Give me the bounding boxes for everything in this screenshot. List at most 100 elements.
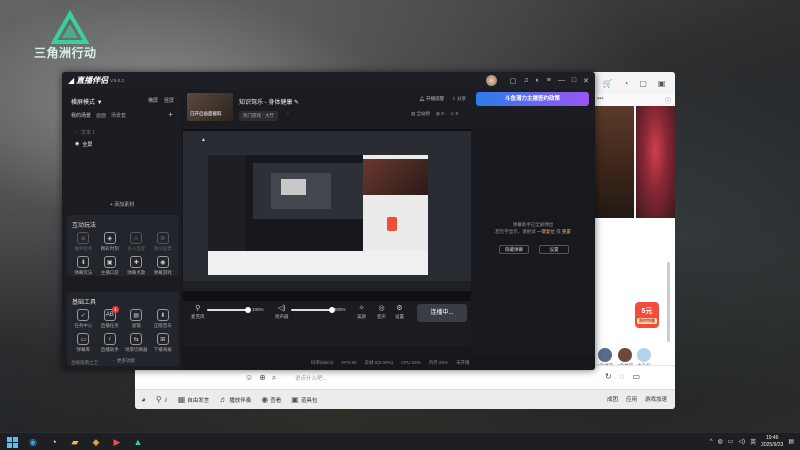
voice-change-button[interactable]: ◎ 变声: [377, 304, 386, 320]
tab-my-scenes[interactable]: 我的场景: [71, 112, 91, 119]
add-scene-icon[interactable]: +: [168, 110, 173, 119]
tray-app-icon[interactable]: ◍: [718, 438, 723, 445]
delta-force-icon[interactable]: ▲: [132, 436, 144, 448]
promo-badge[interactable]: 5元 限时特惠: [635, 302, 659, 328]
stream-category[interactable]: 热门游戏 · 大厅: [239, 111, 278, 121]
free-speak-button[interactable]: ▦ 自由发言: [178, 395, 210, 404]
search-icon[interactable]: ⌕: [272, 373, 276, 383]
interactive-tool[interactable]: ⬇ 弹幕玩法: [70, 256, 97, 276]
landscape-option[interactable]: 横屏: [148, 97, 158, 104]
account-avatar[interactable]: [485, 75, 497, 86]
basic-tool[interactable]: ▤ 滤镜: [123, 309, 150, 329]
stream-app-icon[interactable]: ▶: [111, 436, 123, 448]
minimize-icon[interactable]: —: [558, 77, 565, 84]
stream-title[interactable]: 知识驾乐 - 身体健康 ✎: [239, 97, 299, 106]
interactive-tool[interactable]: ◉ 弹幕游戏: [150, 256, 177, 276]
mic-toggle[interactable]: ⚲ 麦克风: [191, 304, 205, 320]
orientation-mode-dropdown[interactable]: 横屏模式 ▼: [71, 97, 103, 106]
basic-tool[interactable]: ▭ 弹幕库: [70, 333, 97, 353]
settings-button[interactable]: ⚙ 设置: [395, 304, 404, 320]
cart-icon[interactable]: 🛒: [603, 79, 613, 88]
chat-input[interactable]: 说点什么吧...: [295, 374, 327, 382]
notify-button[interactable]: 🔔︎ 开播提醒: [419, 96, 444, 102]
basic-tool[interactable]: ✓ 任务中心: [70, 309, 97, 329]
basic-tool[interactable]: ♪ 直播助手: [97, 333, 124, 353]
file-explorer-icon[interactable]: ◔: [48, 436, 60, 448]
panel-info-icon[interactable]: ⓘ: [665, 96, 671, 105]
refresh-icon[interactable]: ↻: [605, 372, 612, 381]
windows-taskbar: ◉ ◔ ▰ ◆ ▶ ▲ ^ ◍ ▭ ◁) 英 19:46 2025/9/23 ▤: [0, 432, 800, 450]
send-icon[interactable]: ▭: [632, 372, 640, 381]
interactive-tool[interactable]: ▣ 主播口袋: [97, 256, 124, 276]
skin-icon[interactable]: ◐: [536, 77, 540, 84]
play-music-button[interactable]: ♬ 播放伴奏: [219, 395, 251, 404]
menu-icon[interactable]: ≡: [547, 77, 551, 84]
edge-browser-icon[interactable]: ◉: [27, 436, 39, 448]
clock[interactable]: 19:46 2025/9/23: [761, 435, 783, 448]
share-button[interactable]: ⇪ 分享: [452, 96, 466, 102]
eye-icon[interactable]: ◌: [75, 129, 78, 135]
interactive-tool[interactable]: ⚙ 观众投票: [150, 232, 177, 252]
chat-scrollbar[interactable]: [667, 262, 670, 342]
tab-canvas[interactable]: 画面: [96, 112, 106, 119]
compliance-link[interactable]: 合规指南之卫: [71, 360, 98, 366]
interactive-tool[interactable]: ⊕ 抽奖助手: [70, 232, 97, 252]
view-button[interactable]: ◉ 查看: [261, 395, 281, 404]
go-live-button[interactable]: 连播中...: [417, 304, 467, 322]
tray-chevron-icon[interactable]: ^: [710, 439, 713, 445]
interactive-tool[interactable]: ◈ 精彩时刻: [97, 232, 124, 252]
interactive-card: 互动玩法 ⊕ 抽奖助手 ◈ 精彩时刻 ⚔ 多人连麦 ⚙ 观众投票 ⬇ 弹幕玩法 ▣ 主播口袋 ✚ 弹幕点歌…: [67, 215, 179, 276]
game-launcher-icon[interactable]: ◆: [90, 436, 102, 448]
reset-link[interactable]: 重置: [562, 229, 571, 234]
grid-icon[interactable]: ▣: [658, 79, 666, 88]
apps-button[interactable]: 应用: [626, 395, 637, 403]
user-icon[interactable]: ◔: [623, 79, 628, 88]
network-icon[interactable]: ▭: [728, 438, 734, 445]
basic-tool[interactable]: ⬇ 正版音乐: [150, 309, 177, 329]
emoji-icon[interactable]: ☺: [245, 373, 253, 383]
danmaku-settings-button[interactable]: 设置: [539, 245, 569, 254]
user-avatar[interactable]: ◕: [141, 395, 146, 404]
gift-icon[interactable]: ⊕: [259, 373, 266, 383]
eye-icon[interactable]: ◉: [75, 141, 79, 147]
reset-position-link[interactable]: 一键复位: [537, 229, 555, 234]
folder-icon[interactable]: ▰: [69, 436, 81, 448]
preview-area[interactable]: ▲: [183, 129, 471, 301]
video-thumbnail-right[interactable]: [636, 106, 675, 218]
tab-scene-set[interactable]: 场景套: [111, 112, 126, 119]
basic-tool[interactable]: ⇆ 场景切换器: [123, 333, 150, 353]
hide-danmaku-button[interactable]: 隐藏弹幕: [499, 245, 529, 254]
promo-banner[interactable]: 斗鱼潜力主播签约政策: [476, 92, 589, 106]
input-language[interactable]: 英: [750, 437, 756, 446]
scene-item[interactable]: ◌ 文本 1: [71, 126, 176, 138]
scene-item[interactable]: ◉ 全屏: [71, 138, 176, 150]
mic-volume-slider[interactable]: [207, 307, 251, 313]
basic-tool[interactable]: ⊞ 下播海报: [150, 333, 177, 353]
speaker-toggle[interactable]: ◁) 扬声器: [275, 304, 289, 320]
copy-icon[interactable]: ▫: [287, 111, 289, 117]
props-button[interactable]: ▣ 道具包: [291, 395, 317, 404]
message-icon[interactable]: ▢: [639, 79, 647, 88]
speaker-volume-slider[interactable]: [291, 307, 335, 313]
headset-icon[interactable]: ♫: [523, 77, 528, 84]
volume-icon[interactable]: ◁): [738, 438, 745, 445]
rank-button[interactable]: ▥ 全站榜: [411, 111, 430, 117]
close-icon[interactable]: ✕: [583, 77, 589, 85]
streaming-app-window[interactable]: ◢ 直播伴侣 V.5.0.2 ▢ ♫ ◐ ≡ — □ ✕ 横屏模式 ▼ 横屏 竖…: [62, 72, 595, 370]
preview-canvas[interactable]: ▲: [183, 131, 471, 291]
video-thumbnail-left[interactable]: [594, 106, 634, 218]
add-source-button[interactable]: + 添加素材: [62, 201, 182, 208]
basic-tool[interactable]: AB 1 直播任务: [97, 306, 124, 329]
mic-button[interactable]: ⚲ ♪: [156, 395, 168, 404]
beauty-button[interactable]: ✧ 美颜: [357, 304, 366, 320]
group-button[interactable]: 成团: [607, 395, 618, 403]
maximize-icon[interactable]: □: [572, 77, 576, 84]
comment-icon[interactable]: ◌: [620, 372, 625, 381]
game-boost-button[interactable]: 游戏加速: [645, 395, 667, 403]
portrait-option[interactable]: 竖屏: [164, 97, 174, 104]
message-icon[interactable]: ▢: [510, 77, 517, 85]
interactive-tool[interactable]: ✚ 弹幕点歌: [123, 256, 150, 276]
windows-start-icon[interactable]: [6, 436, 18, 448]
notification-icon[interactable]: ▤: [788, 438, 794, 445]
interactive-tool[interactable]: ⚔ 多人连麦: [123, 232, 150, 252]
